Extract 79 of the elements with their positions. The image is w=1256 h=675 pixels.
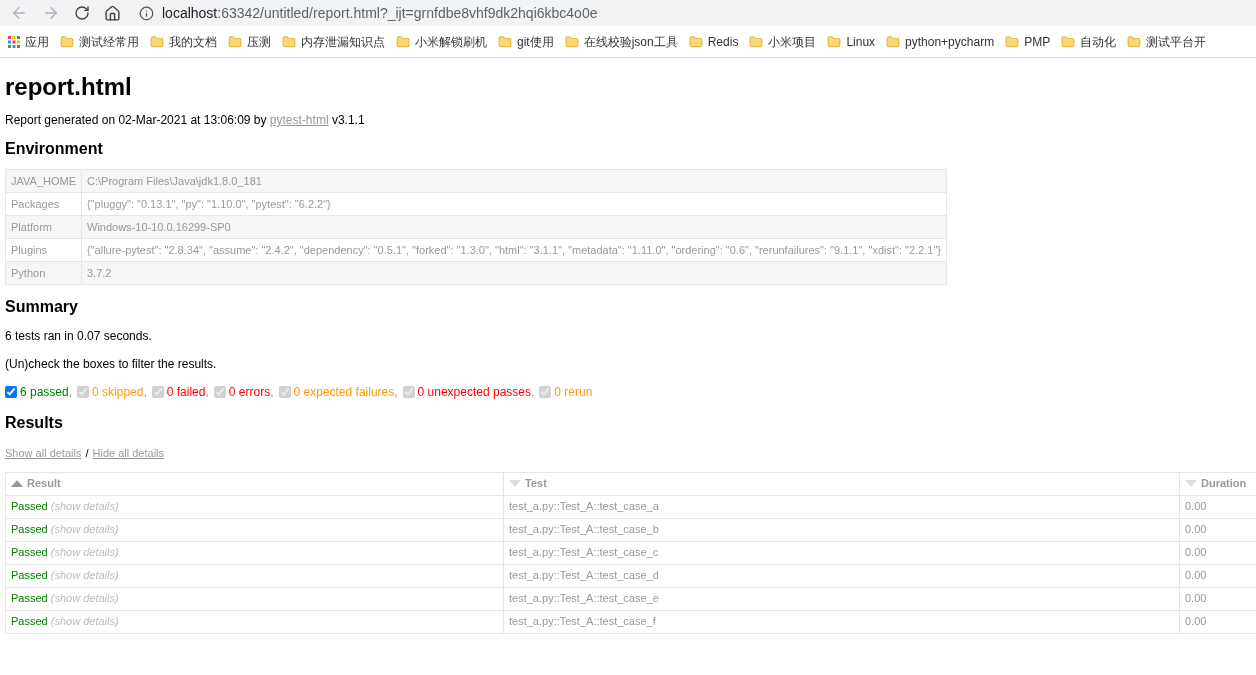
bookmark-item[interactable]: 测试平台开 [1127, 32, 1207, 51]
test-name-cell: test_a.py::Test_A::test_case_c [503, 541, 1180, 564]
separator-text: / [85, 446, 89, 461]
apps-grid-icon [8, 35, 20, 48]
bookmark-item[interactable]: 我的文档 [150, 32, 217, 51]
summary-heading: Summary [5, 297, 79, 317]
result-cell[interactable]: Passed (show details) [5, 495, 504, 518]
result-cell[interactable]: Passed (show details) [5, 587, 504, 610]
env-value-cell: {"pluggy": "0.13.1", "py": "1.10.0", "pytest": "6.2.2"} [81, 192, 947, 216]
env-value-cell: Windows-10-10.0.16299-SP0 [81, 215, 947, 239]
folder-icon [749, 34, 764, 49]
env-key-cell: JAVA_HOME [5, 169, 82, 193]
forward-icon[interactable] [42, 4, 60, 22]
test-name-cell: test_a.py::Test_A::test_case_b [503, 518, 1180, 541]
bookmark-item[interactable]: git使用 [498, 32, 554, 51]
tests-ran-text: 6 tests ran in 0.07 seconds. [5, 328, 153, 345]
results-heading: Results [5, 413, 64, 433]
comma-text: , [68, 384, 73, 401]
folder-icon [60, 34, 74, 49]
bookmark-item[interactable]: 测试经常用 [60, 32, 139, 51]
folder-icon [688, 34, 703, 49]
bookmark-item[interactable]: 应用 [8, 32, 49, 51]
bookmark-item[interactable]: 在线校验json工具 [564, 32, 678, 51]
page-title: report.html [5, 72, 133, 102]
bookmark-item[interactable]: 自动化 [1061, 32, 1117, 51]
test-name-cell: test_a.py::Test_A::test_case_f [503, 610, 1180, 633]
env-key-cell: Packages [5, 192, 82, 216]
url-text: localhost:63342/untitled/report.html?_ijt=grnfdbe8vhf9dk2hqi6kbc4o0e [162, 3, 598, 23]
bookmark-item[interactable]: Redis [688, 32, 739, 51]
folder-icon [827, 34, 842, 49]
bookmark-item[interactable]: 内存泄漏知识点 [282, 32, 385, 51]
back-icon[interactable] [10, 4, 28, 22]
reload-icon[interactable] [74, 5, 90, 21]
folder-icon [498, 34, 512, 49]
filter-label: 0 rerun [554, 384, 593, 401]
comma-text: , [531, 384, 535, 401]
comma-text: , [394, 384, 398, 401]
folder-icon [150, 34, 164, 49]
bookmark-item[interactable]: python+pycharm [886, 32, 995, 51]
result-cell[interactable]: Passed (show details) [5, 564, 504, 587]
folder-icon [564, 34, 579, 49]
result-cell[interactable]: Passed (show details) [5, 610, 504, 633]
test-name-cell: test_a.py::Test_A::test_case_a [503, 495, 1180, 518]
bookmark-item[interactable]: 小米解锁刷机 [396, 32, 487, 51]
env-key-cell: Python [5, 261, 82, 285]
comma-text: , [143, 384, 147, 401]
folder-icon [396, 34, 410, 49]
filter-hint-text: (Un)check the boxes to filter the results. [5, 356, 218, 373]
comma-text: , [270, 384, 274, 401]
bookmark-item[interactable]: PMP [1005, 32, 1051, 51]
sort-up-icon [11, 480, 23, 487]
result-cell[interactable]: Passed (show details) [5, 518, 504, 541]
sort-down-icon [509, 480, 521, 487]
comma-text: , [205, 384, 209, 401]
bookmark-item[interactable]: 小米项目 [749, 32, 817, 51]
bookmark-item[interactable]: Linux [827, 32, 876, 51]
info-icon [139, 5, 154, 21]
filter-label: 0 unexpected passes [417, 384, 531, 401]
folder-icon [1127, 34, 1142, 49]
test-name-cell: test_a.py::Test_A::test_case_d [503, 564, 1180, 587]
env-value-cell: {"allure-pytest": "2.8.34", "assume": "2.4.2", "dependency": "0.5.1", "forked": "1.3.0", "html": "3.1.1", "metadata": "1.11.0", "ordering": "0.6", "rerunfailures": "9.1.1", "xdist": "2.2.1"} [81, 238, 947, 262]
test-name-cell: test_a.py::Test_A::test_case_e [503, 587, 1180, 610]
filter-label: 6 passed [20, 384, 69, 401]
bookmark-item[interactable]: 压测 [228, 32, 271, 51]
sort-down-icon [1185, 480, 1197, 487]
env-key-cell: Platform [5, 215, 82, 239]
filter-checkbox[interactable] [5, 386, 17, 398]
folder-icon [228, 34, 242, 49]
result-cell[interactable]: Passed (show details) [5, 541, 504, 564]
report-generated-text: Report generated on 02-Mar-2021 at 13:06:09 by pytest-html v3.1.1 [5, 112, 366, 129]
env-value-cell: C:\Program Files\Java\jdk1.8.0_181 [81, 169, 947, 193]
home-icon[interactable] [104, 4, 121, 22]
folder-icon [1061, 34, 1076, 49]
folder-icon [886, 34, 901, 49]
env-key-cell: Plugins [5, 238, 82, 262]
environment-heading: Environment [5, 139, 104, 159]
env-value-cell: 3.7.2 [81, 261, 947, 285]
folder-icon [1005, 34, 1020, 49]
folder-icon [282, 34, 296, 49]
